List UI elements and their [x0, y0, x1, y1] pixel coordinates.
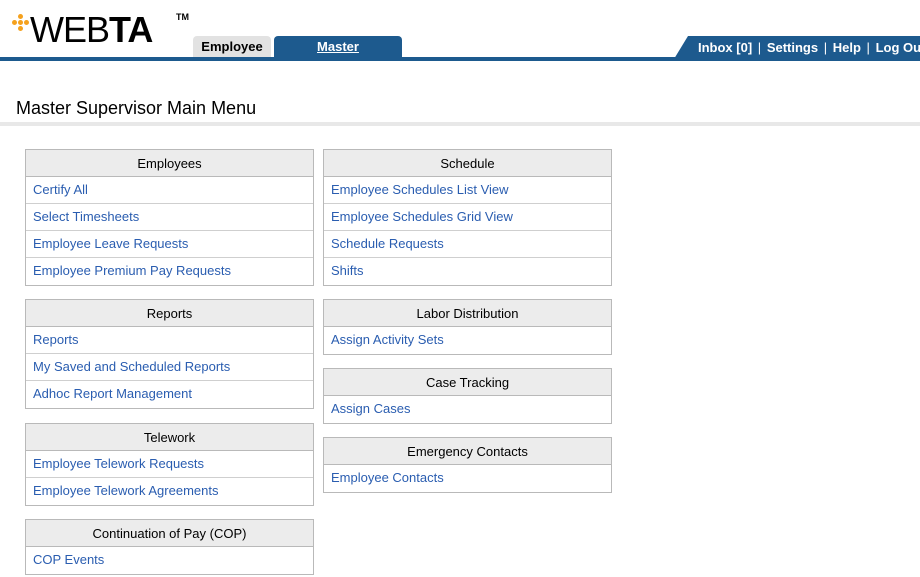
menu-header: Case Tracking: [324, 369, 611, 396]
menu-header: Continuation of Pay (COP): [26, 520, 313, 547]
menu-employees: Employees Certify All Select Timesheets …: [25, 149, 314, 286]
logout-link[interactable]: Log Out: [876, 40, 920, 55]
menu-item-schedules-list-view[interactable]: Employee Schedules List View: [324, 177, 611, 204]
menu-header: Labor Distribution: [324, 300, 611, 327]
menu-item-assign-cases[interactable]: Assign Cases: [324, 396, 611, 423]
menu-item-reports[interactable]: Reports: [26, 327, 313, 354]
menu-reports: Reports Reports My Saved and Scheduled R…: [25, 299, 314, 409]
tab-employee[interactable]: Employee: [193, 36, 271, 58]
webta-logo[interactable]: WEBTA TM: [10, 8, 190, 52]
menu-item-employee-contacts[interactable]: Employee Contacts: [324, 465, 611, 492]
menu-item-employee-premium-pay-requests[interactable]: Employee Premium Pay Requests: [26, 258, 313, 285]
menu-item-employee-leave-requests[interactable]: Employee Leave Requests: [26, 231, 313, 258]
menu-case-tracking: Case Tracking Assign Cases: [323, 368, 612, 424]
menu-item-certify-all[interactable]: Certify All: [26, 177, 313, 204]
nav-separator: |: [823, 40, 828, 55]
menu-item-adhoc-report-management[interactable]: Adhoc Report Management: [26, 381, 313, 408]
menu-schedule: Schedule Employee Schedules List View Em…: [323, 149, 612, 286]
menu-item-cop-events[interactable]: COP Events: [26, 547, 313, 574]
menu-header: Employees: [26, 150, 313, 177]
menu-item-schedule-requests[interactable]: Schedule Requests: [324, 231, 611, 258]
help-link[interactable]: Help: [833, 40, 861, 55]
menu-item-saved-scheduled-reports[interactable]: My Saved and Scheduled Reports: [26, 354, 313, 381]
menu-item-assign-activity-sets[interactable]: Assign Activity Sets: [324, 327, 611, 354]
menu-header: Schedule: [324, 150, 611, 177]
menu-item-schedules-grid-view[interactable]: Employee Schedules Grid View: [324, 204, 611, 231]
menu-cop: Continuation of Pay (COP) COP Events: [25, 519, 314, 575]
logo-web: WEB: [30, 9, 110, 50]
menu-telework: Telework Employee Telework Requests Empl…: [25, 423, 314, 506]
menu-header: Reports: [26, 300, 313, 327]
inbox-link[interactable]: Inbox [0]: [698, 40, 752, 55]
utility-nav: Inbox [0] | Settings | Help | Log Out: [674, 36, 920, 59]
nav-separator: |: [757, 40, 762, 55]
menu-item-select-timesheets[interactable]: Select Timesheets: [26, 204, 313, 231]
header-divider: [0, 57, 920, 61]
title-divider: [0, 122, 920, 126]
settings-link[interactable]: Settings: [767, 40, 818, 55]
menu-emergency-contacts: Emergency Contacts Employee Contacts: [323, 437, 612, 493]
page-title: Master Supervisor Main Menu: [16, 98, 257, 118]
logo-text: WEBTA: [30, 9, 153, 50]
menu-header: Telework: [26, 424, 313, 451]
menu-item-telework-agreements[interactable]: Employee Telework Agreements: [26, 478, 313, 505]
app-header: WEBTA TM Employee Master Supervisor Inbo…: [0, 0, 920, 76]
logo-trademark: TM: [176, 12, 189, 22]
menu-header: Emergency Contacts: [324, 438, 611, 465]
menu-item-telework-requests[interactable]: Employee Telework Requests: [26, 451, 313, 478]
menu-labor-distribution: Labor Distribution Assign Activity Sets: [323, 299, 612, 355]
menu-item-shifts[interactable]: Shifts: [324, 258, 611, 285]
nav-separator: |: [866, 40, 870, 55]
logo-ta: TA: [109, 9, 153, 50]
tab-master-supervisor[interactable]: Master Supervisor: [274, 36, 402, 76]
logo-dots-icon: [12, 14, 32, 34]
